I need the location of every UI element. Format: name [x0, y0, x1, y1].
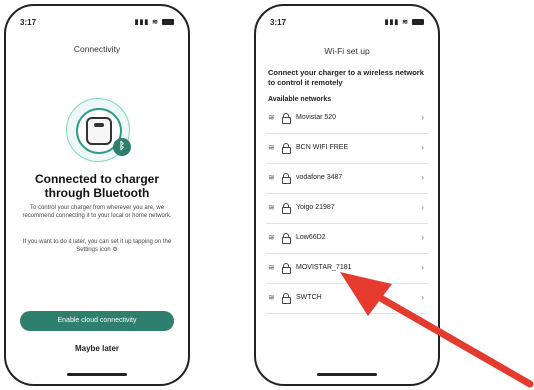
network-name: Movistar 520	[296, 114, 337, 121]
lock-icon	[282, 233, 291, 244]
status-icons: ▮▮▮ ≋	[385, 18, 424, 26]
wifi-status-icon: ≋	[402, 19, 410, 26]
lock-icon	[282, 263, 291, 274]
network-item[interactable]: ≋ Yoigo 21987 ›	[266, 194, 428, 224]
status-bar: 3:17 ▮▮▮ ≋	[20, 18, 174, 30]
available-networks-label: Available networks	[268, 96, 332, 103]
network-item[interactable]: ≋ SWTCH ›	[266, 284, 428, 314]
network-item[interactable]: ≋ Low66D2 ›	[266, 224, 428, 254]
status-time: 3:17	[270, 18, 287, 27]
chevron-right-icon: ›	[421, 173, 424, 182]
wifi-intro-text: Connect your charger to a wireless netwo…	[268, 68, 424, 87]
wifi-icon: ≋	[268, 263, 275, 272]
signal-icon: ▮▮▮	[384, 19, 400, 26]
network-name: MOVISTAR_7181	[296, 264, 352, 271]
status-icons: ▮▮▮ ≋	[135, 18, 174, 26]
wifi-icon: ≋	[268, 143, 275, 152]
network-name: BCN WIFI FREE	[296, 144, 349, 151]
lock-icon	[282, 203, 291, 214]
charger-icon	[86, 117, 112, 145]
network-item[interactable]: ≋ vodafone 3487 ›	[266, 164, 428, 194]
info-paragraph: To control your charger from wherever yo…	[22, 205, 172, 219]
chevron-right-icon: ›	[421, 293, 424, 302]
phone-wifi-setup-screen: 3:17 ▮▮▮ ≋ Wi-Fi set up Connect your cha…	[254, 4, 440, 386]
status-time: 3:17	[20, 18, 37, 27]
network-name: Yoigo 21987	[296, 204, 335, 211]
network-name: vodafone 3487	[296, 174, 343, 181]
wifi-status-icon: ≋	[152, 19, 160, 26]
network-name: SWTCH	[296, 294, 322, 301]
lock-icon	[282, 143, 291, 154]
chevron-right-icon: ›	[421, 203, 424, 212]
chevron-right-icon: ›	[421, 263, 424, 272]
wifi-icon: ≋	[268, 113, 275, 122]
lock-icon	[282, 293, 291, 304]
battery-icon	[162, 19, 174, 26]
charger-illustration: ᛒ	[66, 98, 131, 162]
phone-connectivity-screen: 3:17 ▮▮▮ ≋ Connectivity ᛒ Connected to c…	[4, 4, 190, 386]
page-title: Wi-Fi set up	[324, 46, 370, 56]
status-bar: 3:17 ▮▮▮ ≋	[270, 18, 424, 30]
wifi-icon: ≋	[268, 293, 275, 302]
enable-cloud-connectivity-button[interactable]: Enable cloud connectivity	[20, 311, 174, 331]
network-item[interactable]: ≋ Movistar 520 ›	[266, 104, 428, 134]
wifi-icon: ≋	[268, 203, 275, 212]
home-indicator	[317, 373, 377, 376]
network-list: ≋ Movistar 520 › ≋ BCN WIFI FREE › ≋ vod…	[266, 104, 428, 314]
network-item[interactable]: ≋ MOVISTAR_7181 ›	[266, 254, 428, 284]
maybe-later-button[interactable]: Maybe later	[6, 344, 188, 353]
battery-icon	[412, 19, 424, 26]
lock-icon	[282, 173, 291, 184]
later-paragraph: If you want to do it later, you can set …	[20, 238, 174, 254]
gear-icon: ⚙	[112, 247, 118, 253]
chevron-right-icon: ›	[421, 113, 424, 122]
connected-heading: Connected to charger through Bluetooth	[34, 172, 160, 200]
network-name: Low66D2	[296, 234, 326, 241]
later-text: If you want to do it later, you can set …	[22, 239, 172, 253]
chevron-right-icon: ›	[421, 143, 424, 152]
network-item[interactable]: ≋ BCN WIFI FREE ›	[266, 134, 428, 164]
bluetooth-icon: ᛒ	[113, 138, 131, 156]
wifi-icon: ≋	[268, 173, 275, 182]
wifi-icon: ≋	[268, 233, 275, 242]
lock-icon	[282, 113, 291, 124]
signal-icon: ▮▮▮	[134, 19, 150, 26]
chevron-right-icon: ›	[421, 233, 424, 242]
page-title: Connectivity	[73, 44, 121, 54]
home-indicator	[67, 373, 127, 376]
